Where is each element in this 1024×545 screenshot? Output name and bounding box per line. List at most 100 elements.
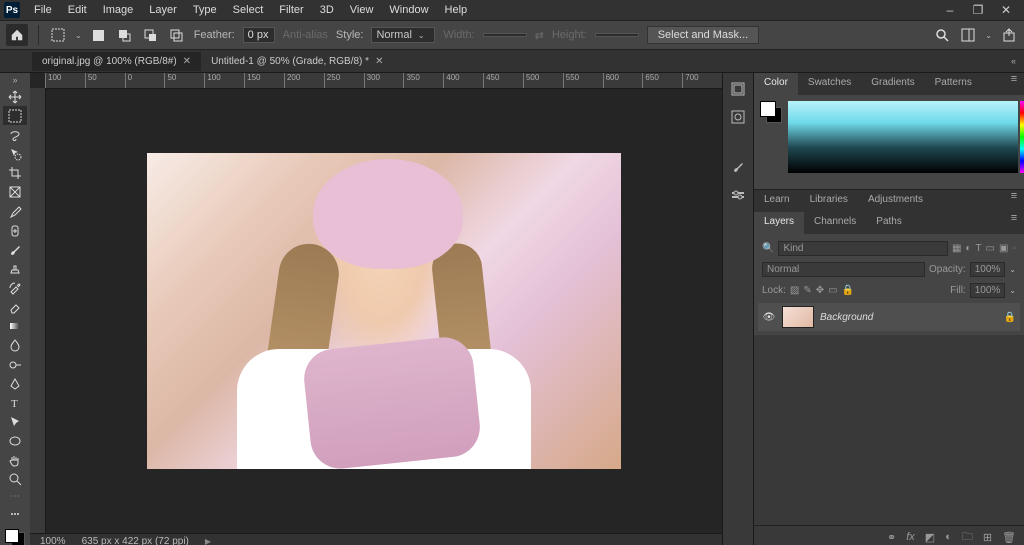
- selection-subtract-icon[interactable]: [142, 26, 160, 44]
- document-tab[interactable]: original.jpg @ 100% (RGB/8#) ✕: [32, 52, 201, 71]
- window-restore-icon[interactable]: ❐: [964, 3, 992, 17]
- select-and-mask-button[interactable]: Select and Mask...: [647, 26, 760, 44]
- panel-menu-icon[interactable]: ≡: [1004, 212, 1024, 234]
- window-minimize-icon[interactable]: –: [936, 3, 964, 17]
- layer-style-icon[interactable]: fx: [906, 531, 915, 543]
- menu-type[interactable]: Type: [185, 2, 225, 18]
- menu-3d[interactable]: 3D: [312, 2, 342, 18]
- frame-tool[interactable]: [3, 183, 27, 202]
- layer-thumbnail[interactable]: [782, 306, 814, 328]
- menu-layer[interactable]: Layer: [141, 2, 185, 18]
- filter-pixel-icon[interactable]: ▦: [952, 243, 961, 254]
- brushes-panel-icon[interactable]: [730, 159, 746, 175]
- pen-tool[interactable]: [3, 374, 27, 393]
- tab-layers[interactable]: Layers: [754, 212, 804, 234]
- menu-help[interactable]: Help: [437, 2, 476, 18]
- tab-adjustments[interactable]: Adjustments: [858, 190, 933, 212]
- tab-paths[interactable]: Paths: [866, 212, 912, 234]
- tab-channels[interactable]: Channels: [804, 212, 866, 234]
- search-icon[interactable]: [933, 26, 951, 44]
- menu-window[interactable]: Window: [381, 2, 436, 18]
- hand-tool[interactable]: [3, 451, 27, 470]
- share-icon[interactable]: [1000, 26, 1018, 44]
- blur-tool[interactable]: [3, 336, 27, 355]
- foreground-color-swatch[interactable]: [5, 529, 19, 543]
- panel-menu-icon[interactable]: ≡: [1004, 190, 1024, 212]
- lock-pixels-icon[interactable]: ✎: [803, 285, 811, 296]
- history-brush-tool[interactable]: [3, 278, 27, 297]
- move-tool[interactable]: [3, 87, 27, 106]
- crop-tool[interactable]: [3, 164, 27, 183]
- layer-name[interactable]: Background: [820, 312, 873, 323]
- style-select[interactable]: Normal⌄: [371, 27, 435, 43]
- hue-slider[interactable]: [1020, 101, 1024, 173]
- eyedropper-tool[interactable]: [3, 202, 27, 221]
- history-panel-icon[interactable]: [730, 81, 746, 97]
- quick-selection-tool[interactable]: [3, 144, 27, 163]
- layer-group-icon[interactable]: 🗀: [962, 528, 973, 545]
- gradient-tool[interactable]: [3, 317, 27, 336]
- document-tab[interactable]: Untitled-1 @ 50% (Grade, RGB/8) * ✕: [201, 52, 393, 71]
- spot-healing-brush-tool[interactable]: [3, 221, 27, 240]
- zoom-tool[interactable]: [3, 470, 27, 489]
- vertical-ruler[interactable]: [30, 88, 46, 534]
- home-button[interactable]: [6, 24, 28, 46]
- window-close-icon[interactable]: ✕: [992, 3, 1020, 17]
- properties-panel-icon[interactable]: [730, 109, 746, 125]
- selection-new-icon[interactable]: [90, 26, 108, 44]
- lasso-tool[interactable]: [3, 125, 27, 144]
- status-info-chevron-icon[interactable]: ▶: [205, 537, 211, 545]
- adjustment-layer-icon[interactable]: ◐: [945, 531, 952, 543]
- new-layer-icon[interactable]: ⊞: [983, 531, 992, 544]
- lock-transparency-icon[interactable]: ▨: [790, 285, 799, 296]
- edit-toolbar-icon[interactable]: [3, 504, 27, 523]
- opacity-input[interactable]: 100%: [970, 262, 1006, 277]
- foreground-background-swatch[interactable]: [3, 527, 27, 545]
- menu-view[interactable]: View: [342, 2, 382, 18]
- eraser-tool[interactable]: [3, 298, 27, 317]
- tab-swatches[interactable]: Swatches: [798, 73, 861, 95]
- tab-learn[interactable]: Learn: [754, 190, 800, 212]
- fill-input[interactable]: 100%: [970, 283, 1006, 298]
- menu-image[interactable]: Image: [95, 2, 142, 18]
- workspace-switcher-icon[interactable]: [959, 26, 977, 44]
- tab-libraries[interactable]: Libraries: [800, 190, 858, 212]
- brush-tool[interactable]: [3, 240, 27, 259]
- tool-preset-chevron-icon[interactable]: ⌄: [75, 31, 82, 40]
- toolbar-expand-chevron-icon[interactable]: »: [12, 75, 17, 85]
- link-layers-icon[interactable]: ⚭: [887, 531, 896, 544]
- zoom-level[interactable]: 100%: [40, 536, 66, 545]
- document-canvas[interactable]: [147, 153, 621, 469]
- tab-close-icon[interactable]: ✕: [375, 56, 383, 67]
- layer-visibility-icon[interactable]: 👁: [762, 312, 776, 323]
- path-selection-tool[interactable]: [3, 412, 27, 431]
- filter-adjustment-icon[interactable]: ◐: [965, 243, 971, 254]
- blend-mode-select[interactable]: Normal: [762, 262, 925, 277]
- menu-select[interactable]: Select: [225, 2, 272, 18]
- rectangular-marquee-tool[interactable]: [3, 106, 27, 125]
- type-tool[interactable]: T: [3, 393, 27, 412]
- dodge-tool[interactable]: [3, 355, 27, 374]
- clone-stamp-tool[interactable]: [3, 259, 27, 278]
- menu-file[interactable]: File: [26, 2, 60, 18]
- horizontal-ruler[interactable]: 1005005010015020025030035040045050055060…: [45, 73, 722, 89]
- brush-settings-panel-icon[interactable]: [730, 187, 746, 203]
- tab-gradients[interactable]: Gradients: [861, 73, 924, 95]
- selection-add-icon[interactable]: [116, 26, 134, 44]
- color-swatch-pair[interactable]: [760, 101, 782, 123]
- rectangle-shape-tool[interactable]: [3, 432, 27, 451]
- lock-position-icon[interactable]: ✥: [816, 285, 824, 296]
- filter-type-icon[interactable]: T: [975, 243, 981, 254]
- tab-close-icon[interactable]: ✕: [183, 56, 191, 67]
- tab-patterns[interactable]: Patterns: [925, 73, 982, 95]
- menu-filter[interactable]: Filter: [271, 2, 311, 18]
- toolbar-more-icon[interactable]: ⋯: [10, 491, 20, 502]
- panel-menu-icon[interactable]: ≡: [1004, 73, 1024, 95]
- filter-toggle-icon[interactable]: ◦: [1012, 243, 1016, 254]
- lock-all-icon[interactable]: 🔒: [842, 285, 854, 296]
- selection-intersect-icon[interactable]: [168, 26, 186, 44]
- panel-collapse-chevron-icon[interactable]: «: [1011, 56, 1024, 66]
- layer-row[interactable]: 👁 Background 🔒: [758, 303, 1020, 331]
- color-picker-cube[interactable]: [788, 101, 1018, 173]
- filter-shape-icon[interactable]: ▭: [986, 243, 995, 254]
